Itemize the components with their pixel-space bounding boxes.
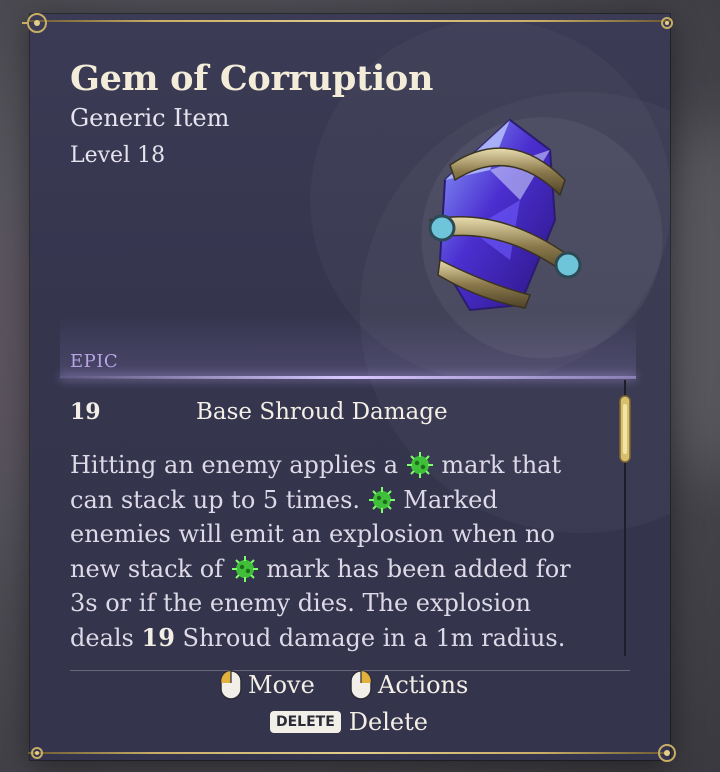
frame-ornament-bottom-left-icon [31, 747, 43, 759]
frame-bottom-border [28, 752, 670, 754]
delete-label: Delete [348, 708, 428, 736]
gem-of-corruption-icon [428, 118, 582, 312]
corruption-mark-icon [231, 555, 258, 582]
desc-text: deals [70, 623, 142, 652]
delete-hint[interactable]: DELETE Delete [270, 708, 428, 736]
move-label: Move [248, 671, 315, 699]
actions-label: Actions [378, 671, 469, 699]
desc-text: Hitting an enemy applies a [70, 451, 399, 479]
rarity-glow [60, 314, 636, 378]
item-description[interactable]: Hitting an enemy applies a mark that can… [70, 448, 600, 666]
move-hint[interactable]: Move [220, 670, 315, 700]
item-name: Gem of Corruption [70, 58, 434, 99]
rarity-divider [60, 376, 636, 379]
frame-ornament-top-right-icon [661, 17, 673, 29]
frame-ornament-bottom-right-icon [658, 744, 676, 762]
desc-text: mark that [433, 451, 562, 479]
item-level: Level 18 [70, 143, 166, 168]
desc-text: enemies will emit an explosion when no [70, 520, 555, 548]
frame-top-border [28, 20, 670, 22]
corruption-mark-icon [368, 486, 395, 513]
item-type: Generic Item [70, 104, 230, 132]
scroll-thumb[interactable] [618, 394, 632, 464]
item-rarity: EPIC [70, 351, 119, 372]
desc-damage-value: 19 [141, 622, 175, 652]
desc-text: can stack up to 5 times. [70, 485, 361, 514]
frame-ornament-top-left-icon [22, 13, 47, 33]
right-mouse-button-icon [350, 670, 372, 700]
description-scrollbar[interactable] [618, 380, 632, 656]
desc-text: Marked [395, 485, 498, 514]
desc-text: 3s or if the enemy dies. The explosion [70, 589, 531, 617]
stat-value: 19 [70, 399, 101, 425]
stat-label: Base Shroud Damage [196, 399, 448, 425]
desc-text: new stack of [70, 554, 224, 583]
corruption-mark-icon [406, 452, 433, 478]
actions-hint[interactable]: Actions [350, 670, 468, 700]
desc-text: mark has been added for [258, 554, 571, 583]
item-tooltip-panel: Gem of Corruption Generic Item Level 18 … [30, 14, 670, 760]
left-mouse-button-icon [220, 670, 242, 700]
desc-text: Shroud damage in a 1m radius. [174, 623, 566, 652]
delete-key-badge: DELETE [270, 711, 341, 733]
